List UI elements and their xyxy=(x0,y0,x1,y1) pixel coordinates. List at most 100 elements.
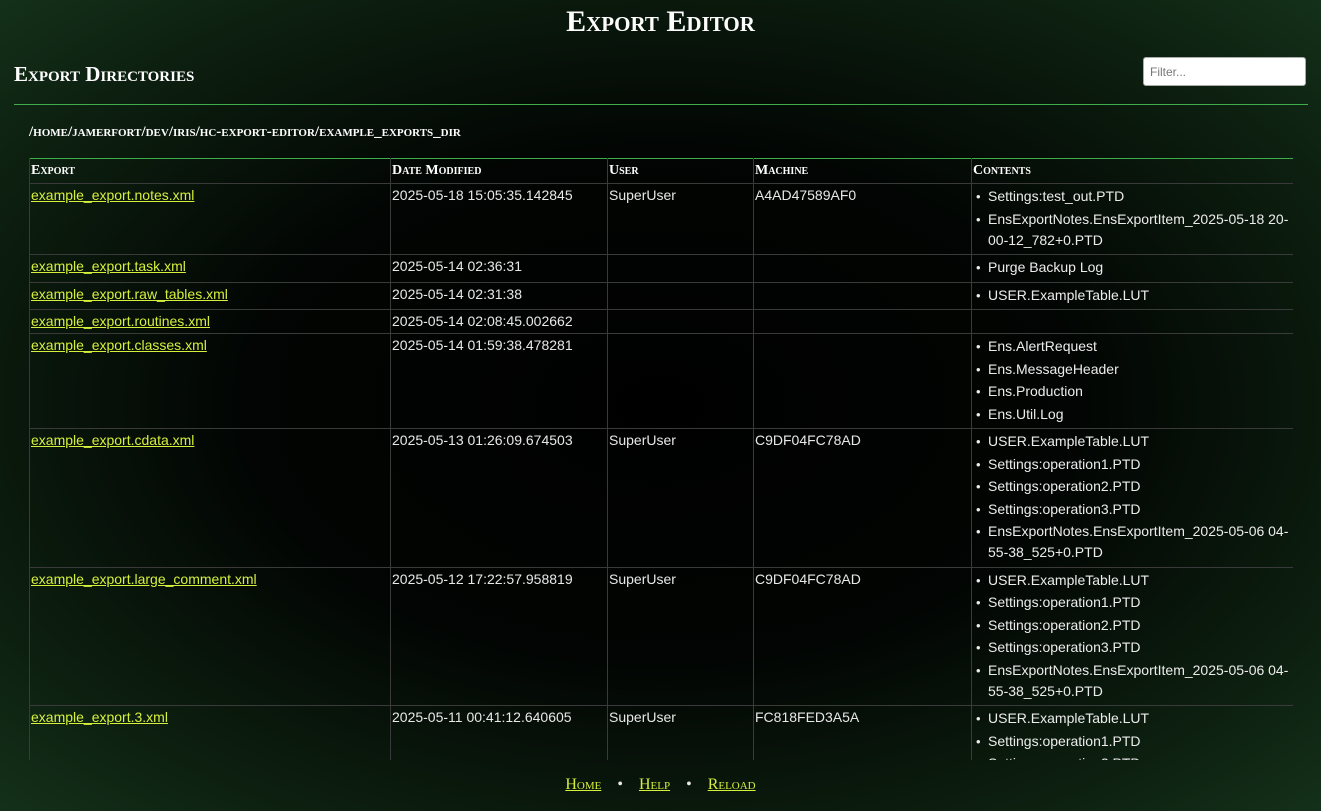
footer-separator: • xyxy=(617,776,623,793)
export-link[interactable]: example_export.large_comment.xml xyxy=(31,571,257,587)
user-cell xyxy=(607,333,754,429)
machine-cell xyxy=(753,254,972,283)
exports-table-scroll-area[interactable]: Export Date Modified User Machine Conten… xyxy=(29,158,1293,760)
footer-separator: • xyxy=(686,776,692,793)
contents-item: Settings:test_out.PTD xyxy=(973,186,1292,207)
contents-item: USER.ExampleTable.LUT xyxy=(973,570,1292,591)
user-cell xyxy=(607,254,754,283)
app-title: Export Editor xyxy=(566,5,755,38)
table-row: example_export.notes.xml 2025-05-18 15:05… xyxy=(29,183,1293,255)
machine-cell xyxy=(753,333,972,429)
export-cell: example_export.cdata.xml xyxy=(29,428,391,568)
export-link[interactable]: example_export.3.xml xyxy=(31,709,168,725)
export-link[interactable]: example_export.classes.xml xyxy=(31,337,207,353)
export-cell: example_export.routines.xml xyxy=(29,309,391,334)
user-cell: SuperUser xyxy=(607,183,754,255)
contents-item: Ens.Util.Log xyxy=(973,404,1292,425)
contents-cell: USER.ExampleTable.LUTSettings:operation1… xyxy=(971,566,1293,706)
table-row: example_export.cdata.xml 2025-05-13 01:26… xyxy=(29,428,1293,568)
table-row: example_export.raw_tables.xml 2025-05-14 … xyxy=(29,281,1293,310)
export-cell: example_export.task.xml xyxy=(29,254,391,283)
home-link[interactable]: Home xyxy=(565,776,601,793)
table-header-row: Export Date Modified User Machine Conten… xyxy=(29,158,1293,184)
contents-cell: Ens.AlertRequestEns.MessageHeaderEns.Pro… xyxy=(971,333,1293,429)
table-row: example_export.task.xml 2025-05-14 02:36:… xyxy=(29,254,1293,283)
header-divider xyxy=(14,104,1308,105)
contents-cell: USER.ExampleTable.LUTSettings:operation1… xyxy=(971,428,1293,568)
contents-item: Ens.AlertRequest xyxy=(973,336,1292,357)
date-modified-cell: 2025-05-12 17:22:57.958819 xyxy=(390,566,608,706)
export-link[interactable]: example_export.cdata.xml xyxy=(31,432,194,448)
contents-list: USER.ExampleTable.LUTSettings:operation1… xyxy=(973,431,1292,563)
date-modified-cell: 2025-05-14 02:08:45.002662 xyxy=(390,309,608,334)
footer-nav: Home • Help • Reload xyxy=(0,774,1321,796)
reload-link[interactable]: Reload xyxy=(708,776,756,793)
export-cell: example_export.notes.xml xyxy=(29,183,391,255)
date-modified-cell: 2025-05-13 01:26:09.674503 xyxy=(390,428,608,568)
contents-cell: USER.ExampleTable.LUTSettings:operation1… xyxy=(971,705,1293,760)
machine-cell xyxy=(753,281,972,310)
date-modified-cell: 2025-05-14 02:36:31 xyxy=(390,254,608,283)
table-row: example_export.classes.xml 2025-05-14 01:… xyxy=(29,333,1293,429)
contents-item: Settings:operation1.PTD xyxy=(973,454,1292,475)
export-cell: example_export.classes.xml xyxy=(29,333,391,429)
contents-list: USER.ExampleTable.LUT xyxy=(973,285,1292,306)
export-cell: example_export.3.xml xyxy=(29,705,391,760)
contents-item: USER.ExampleTable.LUT xyxy=(973,285,1292,306)
contents-item: USER.ExampleTable.LUT xyxy=(973,708,1292,729)
column-header-user[interactable]: User xyxy=(607,158,754,184)
contents-item: Settings:operation2.PTD xyxy=(973,476,1292,497)
contents-item: Settings:operation3.PTD xyxy=(973,637,1292,658)
contents-item: Settings:operation3.PTD xyxy=(973,499,1292,520)
contents-item: Purge Backup Log xyxy=(973,257,1292,278)
table-row: example_export.large_comment.xml 2025-05-… xyxy=(29,566,1293,706)
contents-item: EnsExportNotes.EnsExportItem_2025-05-18 … xyxy=(973,209,1292,251)
date-modified-cell: 2025-05-18 15:05:35.142845 xyxy=(390,183,608,255)
contents-list: USER.ExampleTable.LUTSettings:operation1… xyxy=(973,708,1292,760)
date-modified-cell: 2025-05-14 02:31:38 xyxy=(390,281,608,310)
export-link[interactable]: example_export.routines.xml xyxy=(31,313,210,329)
date-modified-cell: 2025-05-14 01:59:38.478281 xyxy=(390,333,608,429)
export-link[interactable]: example_export.task.xml xyxy=(31,258,186,274)
contents-cell: USER.ExampleTable.LUT xyxy=(971,281,1293,310)
contents-item: Settings:operation1.PTD xyxy=(973,731,1292,752)
contents-cell: Purge Backup Log xyxy=(971,254,1293,283)
export-link[interactable]: example_export.notes.xml xyxy=(31,187,194,203)
contents-item: Ens.Production xyxy=(973,381,1292,402)
user-cell xyxy=(607,309,754,334)
contents-list: Purge Backup Log xyxy=(973,257,1292,278)
exports-table: Export Date Modified User Machine Conten… xyxy=(29,158,1293,760)
export-link[interactable]: example_export.raw_tables.xml xyxy=(31,286,228,302)
column-header-export[interactable]: Export xyxy=(29,158,391,184)
table-row: example_export.routines.xml 2025-05-14 02… xyxy=(29,309,1293,334)
contents-cell: Settings:test_out.PTDEnsExportNotes.EnsE… xyxy=(971,183,1293,255)
table-row: example_export.3.xml 2025-05-11 00:41:12.… xyxy=(29,705,1293,760)
column-header-date-modified[interactable]: Date Modified xyxy=(390,158,608,184)
contents-item: Settings:operation2.PTD xyxy=(973,753,1292,760)
date-modified-cell: 2025-05-11 00:41:12.640605 xyxy=(390,705,608,760)
contents-list: Settings:test_out.PTDEnsExportNotes.EnsE… xyxy=(973,186,1292,251)
help-link[interactable]: Help xyxy=(639,776,670,793)
column-header-machine[interactable]: Machine xyxy=(753,158,972,184)
contents-item: EnsExportNotes.EnsExportItem_2025-05-06 … xyxy=(973,521,1292,563)
contents-list: Ens.AlertRequestEns.MessageHeaderEns.Pro… xyxy=(973,336,1292,425)
machine-cell: C9DF04FC78AD xyxy=(753,428,972,568)
filter-input[interactable] xyxy=(1143,57,1306,86)
machine-cell xyxy=(753,309,972,334)
contents-item: Settings:operation2.PTD xyxy=(973,615,1292,636)
contents-cell xyxy=(971,309,1293,334)
directory-path: /home/jamerfort/dev/iris/hc-export-edito… xyxy=(29,124,461,140)
user-cell: SuperUser xyxy=(607,428,754,568)
user-cell xyxy=(607,281,754,310)
machine-cell: A4AD47589AF0 xyxy=(753,183,972,255)
column-header-contents[interactable]: Contents xyxy=(971,158,1293,184)
contents-list: USER.ExampleTable.LUTSettings:operation1… xyxy=(973,570,1292,702)
user-cell: SuperUser xyxy=(607,705,754,760)
machine-cell: C9DF04FC78AD xyxy=(753,566,972,706)
contents-item: Settings:operation1.PTD xyxy=(973,592,1292,613)
export-cell: example_export.raw_tables.xml xyxy=(29,281,391,310)
contents-item: EnsExportNotes.EnsExportItem_2025-05-06 … xyxy=(973,660,1292,702)
contents-item: USER.ExampleTable.LUT xyxy=(973,431,1292,452)
contents-item: Ens.MessageHeader xyxy=(973,359,1292,380)
machine-cell: FC818FED3A5A xyxy=(753,705,972,760)
